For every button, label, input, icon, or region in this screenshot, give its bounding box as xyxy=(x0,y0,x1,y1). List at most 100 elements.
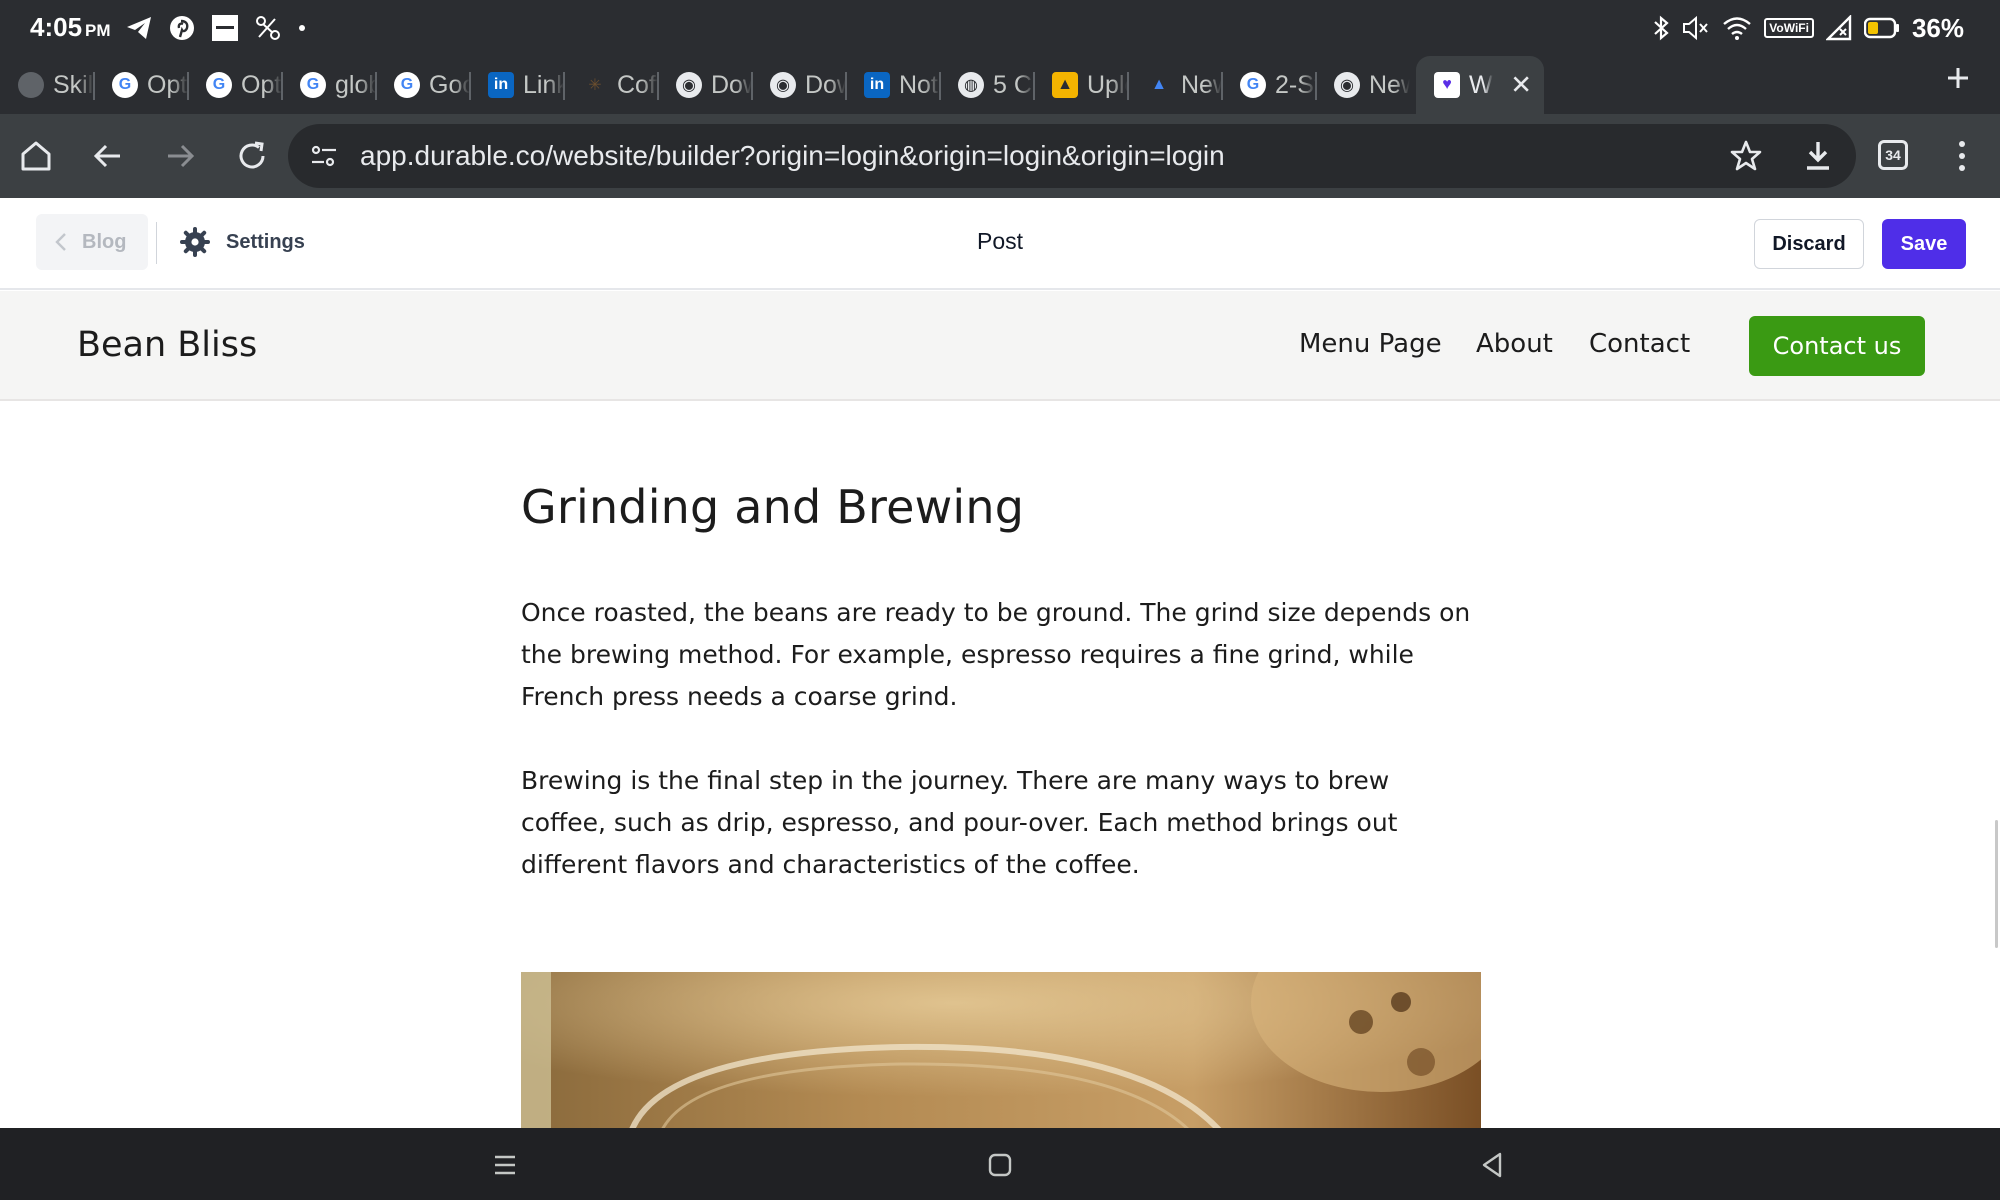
discard-button[interactable]: Discard xyxy=(1754,219,1864,269)
address-bar[interactable]: app.durable.co/website/builder?origin=lo… xyxy=(288,124,1856,188)
contact-us-button[interactable]: Contact us xyxy=(1749,316,1925,376)
globe-icon: ◍ xyxy=(958,72,984,98)
browser-tab[interactable]: G Optir xyxy=(94,62,188,108)
tab-switcher-button[interactable]: 34 xyxy=(1878,140,1908,170)
tab-title: Linke xyxy=(523,70,564,99)
more-menu-icon[interactable] xyxy=(1950,138,1974,174)
dot-icon xyxy=(299,25,305,31)
browser-tab[interactable]: in Linke xyxy=(470,62,564,108)
chrome-icon: ◉ xyxy=(676,72,702,98)
paragraph-line: different flavors and characteristics of… xyxy=(521,850,1140,879)
bookmark-star-icon[interactable] xyxy=(1728,138,1764,174)
tab-title: 5 Ch xyxy=(993,70,1034,99)
tab-title: Dow xyxy=(711,70,752,99)
back-button[interactable] xyxy=(80,128,136,184)
browser-tab[interactable]: ◉ Dow xyxy=(658,62,752,108)
tab-title: Optir xyxy=(241,70,282,99)
plus-icon xyxy=(1948,68,1968,88)
article-paragraph[interactable]: Once roasted, the beans are ready to be … xyxy=(521,592,1481,718)
browser-tab[interactable]: ▲ New xyxy=(1128,62,1222,108)
home-icon[interactable] xyxy=(985,1150,1015,1180)
nav-link-about[interactable]: About xyxy=(1476,329,1553,359)
paragraph-line: coffee, such as drip, espresso, and pour… xyxy=(521,808,1398,837)
tab-title: Coffe xyxy=(617,70,658,99)
linkedin-icon: in xyxy=(864,72,890,98)
linkedin-icon: in xyxy=(488,72,514,98)
browser-tab[interactable]: Skills xyxy=(0,62,94,108)
home-icon xyxy=(21,141,51,171)
tab-title: Goog xyxy=(429,70,470,99)
site-logo[interactable]: Bean Bliss xyxy=(77,325,257,365)
chrome-icon: ◉ xyxy=(1334,72,1360,98)
mute-icon xyxy=(1683,15,1709,41)
google-icon: G xyxy=(394,72,420,98)
tab-title: Dow xyxy=(805,70,846,99)
home-button[interactable] xyxy=(8,128,64,184)
nav-link-menu-page[interactable]: Menu Page xyxy=(1299,329,1442,359)
browser-tab[interactable]: Ggloba xyxy=(282,62,376,108)
browser-tab[interactable]: G Optir xyxy=(188,62,282,108)
status-bar: 4:05 PM VoWiFi 36% xyxy=(0,0,2000,56)
tab-title: Notif xyxy=(899,70,940,99)
tab-title: New xyxy=(1369,70,1410,99)
upload-icon: ▲ xyxy=(1052,72,1078,98)
tab-title: 2-Ste xyxy=(1275,70,1316,99)
paragraph-line: French press needs a coarse grind. xyxy=(521,682,958,711)
pinterest-icon xyxy=(170,16,194,40)
vowifi-icon: VoWiFi xyxy=(1764,18,1814,38)
close-tab-icon[interactable]: ✕ xyxy=(1510,70,1532,101)
browser-tab[interactable]: ✳ Coffe xyxy=(564,62,658,108)
scrollbar[interactable] xyxy=(1995,820,1998,948)
browser-tab[interactable]: ♥ W ✕ xyxy=(1416,56,1544,114)
browser-tab[interactable]: ◍ 5 Ch xyxy=(940,62,1034,108)
tab-title: Skills xyxy=(53,70,94,99)
globe-dark-icon xyxy=(18,72,44,98)
menu-icon[interactable] xyxy=(490,1150,520,1180)
site-settings-icon[interactable] xyxy=(308,140,340,172)
new-tab-button[interactable] xyxy=(1938,58,1978,98)
bluetooth-icon xyxy=(1654,15,1669,41)
coffee-cup-image[interactable] xyxy=(521,972,1481,1128)
news-icon xyxy=(212,15,238,41)
status-left-icons xyxy=(125,13,307,43)
signal-icon xyxy=(1825,15,1852,41)
browser-tab[interactable]: in Notif xyxy=(846,62,940,108)
browser-tab[interactable]: ▲ Uplo xyxy=(1034,62,1128,108)
google-icon: G xyxy=(1240,72,1266,98)
site-header: Bean Bliss Menu Page About Contact Conta… xyxy=(0,291,2000,401)
builder-top-bar: Blog Settings Post Discard Save xyxy=(0,198,2000,290)
back-icon[interactable] xyxy=(1478,1150,1508,1180)
browser-toolbar: app.durable.co/website/builder?origin=lo… xyxy=(0,114,2000,198)
google-icon: G xyxy=(112,72,138,98)
ads-icon: ▲ xyxy=(1151,76,1167,93)
arrow-left-icon xyxy=(93,144,120,168)
battery-icon xyxy=(1863,17,1899,39)
browser-tab[interactable]: ◉ Dow xyxy=(752,62,846,108)
browser-tab[interactable]: G Goog xyxy=(376,62,470,108)
durable-icon: ♥ xyxy=(1434,72,1460,98)
url-text[interactable]: app.durable.co/website/builder?origin=lo… xyxy=(360,140,1225,172)
google-icon: G xyxy=(206,72,232,98)
browser-tab[interactable]: ◉ New xyxy=(1316,62,1410,108)
article-paragraph[interactable]: Brewing is the final step in the journey… xyxy=(521,760,1481,886)
reload-button[interactable] xyxy=(224,128,280,184)
save-button[interactable]: Save xyxy=(1882,219,1966,269)
page-title: Post xyxy=(976,228,1024,254)
reload-icon xyxy=(239,141,265,169)
article-heading[interactable]: Grinding and Brewing xyxy=(521,480,1481,534)
coffee-icon: ✳ xyxy=(588,77,602,94)
telegram-icon xyxy=(127,17,151,39)
forward-button[interactable] xyxy=(152,128,208,184)
arrow-right-icon xyxy=(168,144,195,168)
paragraph-line: Brewing is the final step in the journey… xyxy=(521,766,1390,795)
chrome-icon: ◉ xyxy=(770,72,796,98)
google-icon: G xyxy=(300,72,326,98)
wifi-icon xyxy=(1723,17,1752,40)
browser-tab-strip: SkillsGOptirGOptirGglobaGGooginLinke✳Cof… xyxy=(0,56,2000,114)
system-nav-bar xyxy=(0,1128,2000,1200)
nav-link-contact[interactable]: Contact xyxy=(1589,329,1690,359)
status-time: 4:05 PM xyxy=(30,12,111,42)
browser-tab[interactable]: G 2-Ste xyxy=(1222,62,1316,108)
tab-title: Optir xyxy=(147,70,188,99)
download-icon[interactable] xyxy=(1800,138,1836,174)
